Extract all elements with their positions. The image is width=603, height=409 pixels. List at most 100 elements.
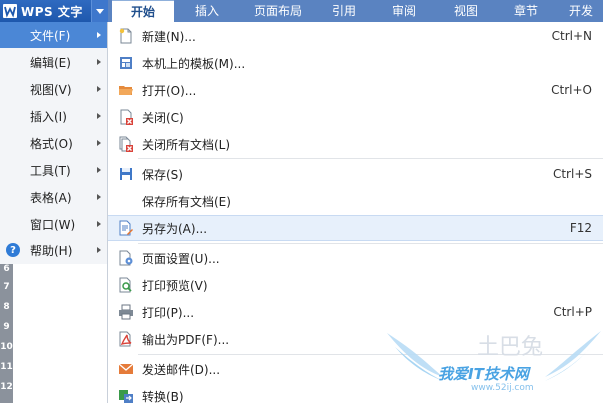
tab-developer[interactable]: 开发 xyxy=(556,0,603,22)
menu-separator xyxy=(138,243,603,244)
menu-item-label: 页面设置(U)... xyxy=(142,251,220,266)
shortcut-text: Ctrl+O xyxy=(551,83,592,97)
menu-item-save[interactable]: 保存(S) Ctrl+S xyxy=(108,161,603,187)
ruler-number: 8 xyxy=(3,302,10,312)
wps-logo-icon xyxy=(3,4,17,18)
submenu-arrow-icon xyxy=(97,140,101,146)
menu-item-insert[interactable]: 插入(I) xyxy=(0,103,107,129)
menu-item-label: 帮助(H) xyxy=(30,243,73,258)
document-area[interactable]: 6 7 8 9 10 11 12 xyxy=(0,264,107,403)
menu-item-label: 插入(I) xyxy=(30,109,67,124)
submenu-arrow-icon xyxy=(97,86,101,92)
menu-item-label: 本机上的模板(M)... xyxy=(142,56,246,71)
menu-item-label: 视图(V) xyxy=(30,82,72,97)
menu-item-file[interactable]: 文件(F) xyxy=(0,22,107,48)
menu-item-label: 新建(N)... xyxy=(142,29,196,44)
tab-page-layout[interactable]: 页面布局 xyxy=(240,0,316,22)
menu-item-label: 文件(F) xyxy=(30,28,71,43)
menu-item-new[interactable]: 新建(N)... Ctrl+N xyxy=(108,23,603,49)
menu-item-save-as[interactable]: 另存为(A)... F12 xyxy=(108,215,603,241)
open-folder-icon xyxy=(118,82,134,98)
watermark-top-text: 土巴兔 xyxy=(477,335,544,360)
menu-item-local-templates[interactable]: 本机上的模板(M)... xyxy=(108,50,603,76)
ruler-number: 12 xyxy=(0,382,13,392)
menu-item-label: 保存所有文档(E) xyxy=(142,194,231,209)
menu-item-open[interactable]: 打开(O)... Ctrl+O xyxy=(108,77,603,103)
menu-item-format[interactable]: 格式(O) xyxy=(0,130,107,156)
menu-item-label: 关闭(C) xyxy=(142,110,184,125)
tab-insert[interactable]: 插入 xyxy=(174,0,240,22)
menu-item-help[interactable]: ? 帮助(H) xyxy=(0,237,107,263)
submenu-arrow-icon xyxy=(97,32,101,38)
close-document-icon xyxy=(118,109,134,125)
help-icon: ? xyxy=(6,243,20,257)
ribbon-tab-bar: WPS 文字 开始 插入 页面布局 引用 审阅 视图 章节 开发 xyxy=(0,0,603,23)
document-page xyxy=(13,264,107,403)
ruler-number: 10 xyxy=(0,342,13,352)
app-menu-dropdown-icon[interactable] xyxy=(91,0,108,22)
save-as-icon xyxy=(118,220,134,236)
tab-view[interactable]: 视图 xyxy=(436,0,496,22)
app-title: WPS 文字 xyxy=(21,4,83,19)
menu-item-window[interactable]: 窗口(W) xyxy=(0,211,107,237)
page-setup-icon xyxy=(118,250,134,266)
app-menu-button[interactable]: WPS 文字 xyxy=(0,0,108,22)
menu-item-edit[interactable]: 编辑(E) xyxy=(0,49,107,75)
menu-item-label: 关闭所有文档(L) xyxy=(142,137,231,152)
menu-item-label: 打印(P)... xyxy=(142,305,195,320)
shortcut-text: Ctrl+P xyxy=(553,305,592,319)
watermark-text: 我爱IT技术网 xyxy=(438,365,529,383)
menu-item-label: 另存为(A)... xyxy=(142,221,208,236)
site-watermark: 土巴兔 我爱IT技术网 www.52ij.com xyxy=(385,325,603,403)
menu-item-table[interactable]: 表格(A) xyxy=(0,184,107,210)
save-icon xyxy=(118,166,134,182)
ribbon-tabs: 开始 插入 页面布局 引用 审阅 视图 章节 开发 xyxy=(112,0,603,22)
tab-references[interactable]: 引用 xyxy=(316,0,372,22)
menu-item-close[interactable]: 关闭(C) xyxy=(108,104,603,130)
new-document-icon xyxy=(118,28,134,44)
menu-item-label: 发送邮件(D)... xyxy=(142,362,221,377)
menu-item-page-setup[interactable]: 页面设置(U)... xyxy=(108,245,603,271)
menu-item-view[interactable]: 视图(V) xyxy=(0,76,107,102)
menu-item-label: 表格(A) xyxy=(30,190,72,205)
print-preview-icon xyxy=(118,277,134,293)
ruler-number: 7 xyxy=(3,282,10,292)
close-all-icon xyxy=(118,136,134,152)
menu-item-label: 打开(O)... xyxy=(142,83,197,98)
menu-item-tools[interactable]: 工具(T) xyxy=(0,157,107,183)
submenu-arrow-icon xyxy=(97,167,101,173)
menu-item-label: 转换(B) xyxy=(142,389,184,404)
mail-icon xyxy=(118,361,134,377)
convert-icon xyxy=(118,388,134,404)
submenu-arrow-icon xyxy=(97,221,101,227)
submenu-arrow-icon xyxy=(97,113,101,119)
menu-item-label: 窗口(W) xyxy=(30,217,76,232)
shortcut-text: Ctrl+S xyxy=(552,167,592,181)
vertical-ruler[interactable]: 6 7 8 9 10 11 12 xyxy=(0,264,13,403)
tab-home[interactable]: 开始 xyxy=(112,0,174,22)
menu-item-label: 工具(T) xyxy=(30,163,71,178)
tab-review[interactable]: 审阅 xyxy=(372,0,436,22)
submenu-arrow-icon xyxy=(97,194,101,200)
shortcut-text: Ctrl+N xyxy=(551,29,592,43)
ruler-number: 9 xyxy=(3,322,10,332)
template-icon xyxy=(118,55,134,71)
menu-item-save-all[interactable]: 保存所有文档(E) xyxy=(108,188,603,214)
menu-item-label: 格式(O) xyxy=(30,136,73,151)
tab-section[interactable]: 章节 xyxy=(496,0,556,22)
menu-item-close-all[interactable]: 关闭所有文档(L) xyxy=(108,131,603,157)
menu-item-label: 保存(S) xyxy=(142,167,183,182)
submenu-arrow-icon xyxy=(97,247,101,253)
menu-item-print[interactable]: 打印(P)... Ctrl+P xyxy=(108,299,603,325)
printer-icon xyxy=(118,304,134,320)
ruler-number: 6 xyxy=(3,264,10,274)
menu-item-print-preview[interactable]: 打印预览(V) xyxy=(108,272,603,298)
ruler-number: 11 xyxy=(0,362,13,372)
menu-item-label: 打印预览(V) xyxy=(142,278,208,293)
watermark-url: www.52ij.com xyxy=(471,383,534,393)
menu-separator xyxy=(138,158,603,159)
submenu-arrow-icon xyxy=(97,59,101,65)
shortcut-text: F12 xyxy=(569,221,592,235)
pdf-icon xyxy=(118,331,134,347)
main-menu: 文件(F) 编辑(E) 视图(V) 插入(I) 格式(O) 工具(T) 表格(A… xyxy=(0,22,108,264)
